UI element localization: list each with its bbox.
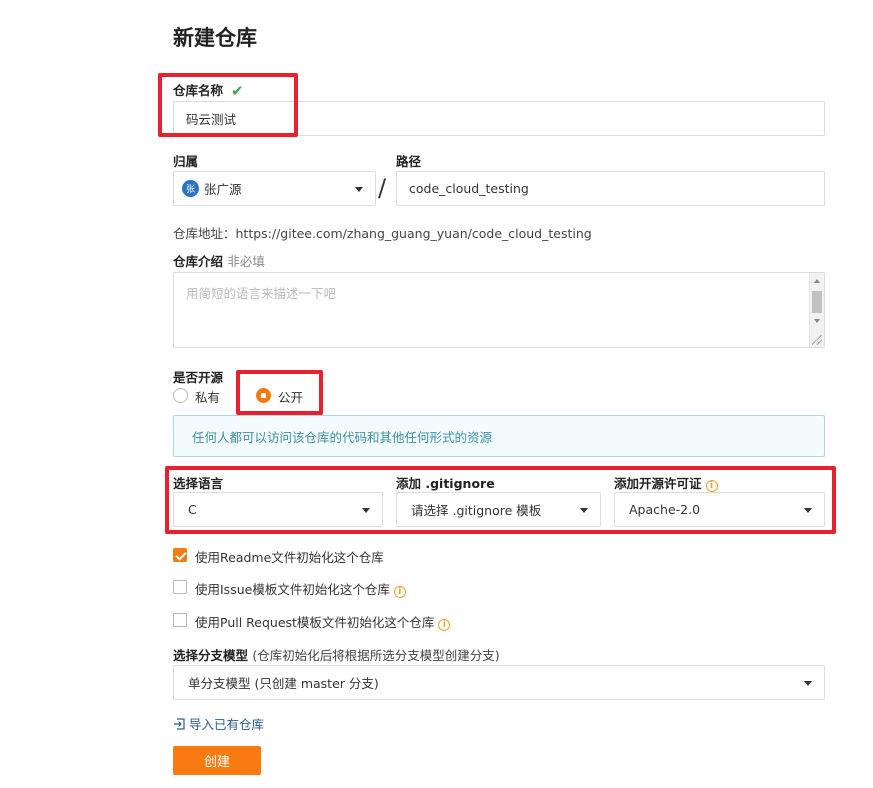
- checkbox-pr-template[interactable]: [173, 613, 187, 627]
- license-value: Apache-2.0: [629, 502, 701, 517]
- path-label: 路径: [396, 154, 422, 169]
- radio-public-label: 公开: [278, 390, 304, 405]
- repo-name-label-text: 仓库名称: [173, 83, 224, 98]
- scroll-up-icon[interactable]: [814, 279, 820, 283]
- caret-down-icon: [804, 681, 812, 686]
- path-input[interactable]: code_cloud_testing: [396, 171, 825, 206]
- branch-model-hint: (仓库初始化后将根据所选分支模型创建分支): [252, 648, 500, 663]
- radio-private[interactable]: [173, 388, 188, 403]
- gitignore-select[interactable]: 请选择 .gitignore 模板: [396, 492, 601, 527]
- checkbox-readme-label: 使用Readme文件初始化这个仓库: [195, 550, 384, 565]
- gitignore-value: 请选择 .gitignore 模板: [411, 503, 542, 518]
- language-label: 选择语言: [173, 476, 224, 491]
- description-label-text: 仓库介绍: [173, 254, 224, 269]
- import-repo-link[interactable]: 导入已有仓库: [173, 714, 264, 733]
- gitignore-label: 添加 .gitignore: [396, 476, 495, 491]
- radio-private-label: 私有: [195, 390, 221, 405]
- repo-address: 仓库地址：https://gitee.com/zhang_guang_yuan/…: [173, 226, 592, 241]
- branch-model-label-text: 选择分支模型: [173, 648, 249, 663]
- checkbox-pr-label-text: 使用Pull Request模板文件初始化这个仓库: [195, 615, 435, 630]
- optional-tag: 非必填: [227, 254, 265, 269]
- branch-model-label: 选择分支模型 (仓库初始化后将根据所选分支模型创建分支): [173, 645, 500, 664]
- info-icon[interactable]: i: [393, 586, 406, 598]
- caret-down-icon: [580, 508, 588, 513]
- owner-select[interactable]: 张 张广源: [173, 171, 376, 206]
- visibility-notice-text: 任何人都可以访问该仓库的代码和其他任何形式的资源: [192, 429, 493, 445]
- owner-label: 归属: [173, 154, 199, 169]
- visibility-notice: 任何人都可以访问该仓库的代码和其他任何形式的资源: [173, 415, 825, 457]
- info-icon[interactable]: i: [438, 619, 451, 631]
- caret-down-icon: [355, 187, 363, 192]
- scroll-thumb[interactable]: [812, 291, 822, 313]
- caret-down-icon: [804, 508, 812, 513]
- license-label-text: 添加开源许可证: [614, 476, 702, 491]
- license-label: 添加开源许可证 i: [614, 473, 718, 492]
- language-select[interactable]: C: [173, 492, 383, 527]
- caret-down-icon: [362, 508, 370, 513]
- description-placeholder: 用简短的语言来描述一下吧: [186, 286, 337, 301]
- repo-name-value: 码云测试: [186, 112, 237, 127]
- page-title: 新建仓库: [173, 26, 257, 50]
- import-repo-link-text: 导入已有仓库: [189, 717, 265, 732]
- license-select[interactable]: Apache-2.0: [614, 492, 825, 527]
- resize-grip-icon[interactable]: [812, 335, 822, 345]
- info-icon[interactable]: i: [705, 480, 718, 492]
- create-button[interactable]: 创建: [173, 746, 261, 775]
- checkbox-pr-label: 使用Pull Request模板文件初始化这个仓库 i: [195, 612, 451, 631]
- avatar: 张: [182, 180, 199, 197]
- path-value: code_cloud_testing: [409, 181, 529, 196]
- path-separator: /: [378, 174, 387, 202]
- language-value: C: [188, 502, 197, 517]
- repo-name-label: 仓库名称 ✔: [173, 80, 244, 100]
- checkbox-issue-label-text: 使用Issue模板文件初始化这个仓库: [195, 582, 390, 597]
- description-textarea[interactable]: 用简短的语言来描述一下吧: [173, 272, 825, 348]
- checkbox-issue-template[interactable]: [173, 580, 187, 594]
- branch-model-value: 单分支模型 (只创建 master 分支): [188, 676, 379, 691]
- branch-model-select[interactable]: 单分支模型 (只创建 master 分支): [173, 665, 825, 700]
- visibility-label: 是否开源: [173, 370, 224, 385]
- checkbox-readme[interactable]: [173, 548, 187, 562]
- import-icon: [174, 717, 185, 730]
- radio-public[interactable]: [256, 388, 271, 403]
- description-label: 仓库介绍 非必填: [173, 251, 265, 270]
- check-icon: ✔: [231, 82, 244, 100]
- owner-value: 张广源: [204, 182, 242, 197]
- scroll-down-icon[interactable]: [814, 319, 820, 323]
- checkbox-issue-label: 使用Issue模板文件初始化这个仓库 i: [195, 579, 406, 598]
- repo-name-input[interactable]: 码云测试: [173, 101, 825, 136]
